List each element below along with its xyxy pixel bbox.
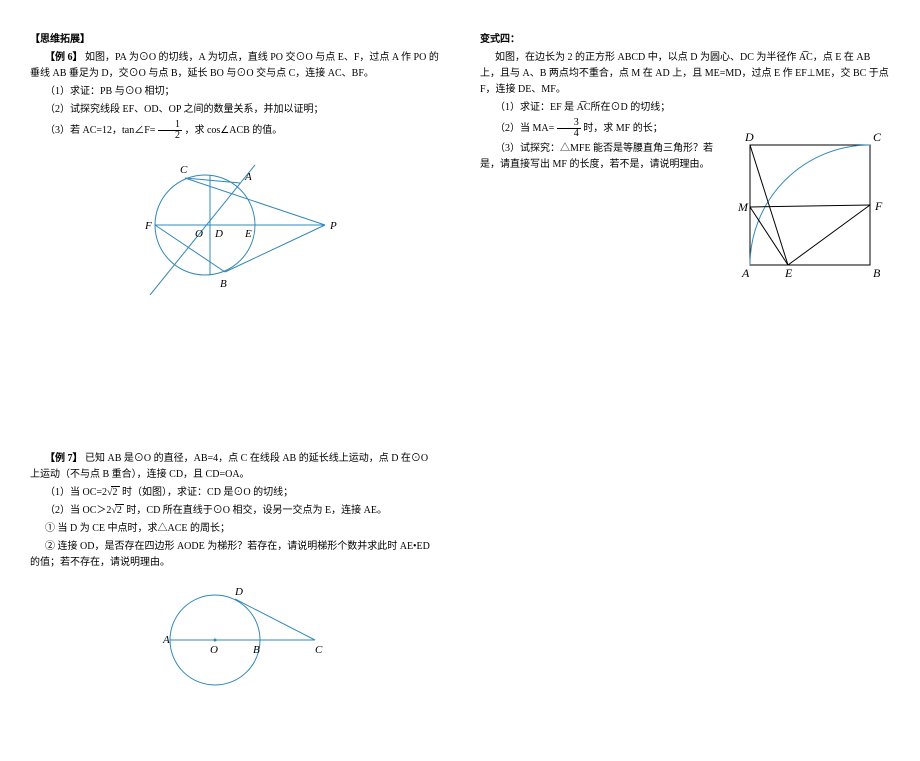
ex7-q2: （2）当 OC＞2√2 时，CD 所在直线于⊙O 相交，设另一交点为 E，连接 … — [30, 503, 440, 519]
ex6-q3: （3）若 AC=12，tan∠F= 1 2 ，求 cos∠ACB 的值。 — [30, 120, 440, 141]
svg-text:C: C — [180, 164, 188, 176]
fraction-one-half: 1 2 — [158, 120, 182, 141]
svg-text:E: E — [244, 228, 252, 240]
fraction-three-quarters: 3 4 — [557, 118, 581, 139]
example-7: 【例 7】 已知 AB 是⊙O 的直径，AB=4，点 C 在线段 AB 的延长线… — [30, 451, 440, 701]
ex6-intro: 如图，PA 为⊙O 的切线，A 为切点，直线 PO 交⊙O 与点 E、F，过点 … — [30, 52, 439, 79]
v4-intro: 如图，在边长为 2 的正方形 ABCD 中，以点 D 为圆心、DC 为半径作 A… — [480, 50, 890, 98]
ex7-figure: A O B C D — [30, 575, 440, 701]
svg-text:C: C — [315, 644, 323, 656]
v4-title: 变式四： — [480, 32, 890, 48]
svg-text:D: D — [214, 228, 223, 240]
ex6-q1: （1）求证：PB 与⊙O 相切； — [30, 84, 440, 100]
v4-q1: （1）求证：EF 是 A͡C所在⊙D 的切线； — [480, 100, 720, 116]
ex7-q3: ① 当 D 为 CE 中点时，求△ACE 的周长； — [30, 521, 440, 537]
svg-text:F: F — [144, 220, 152, 232]
svg-text:O: O — [210, 644, 218, 656]
example-6: 【思维拓展】 【例 6】 如图，PA 为⊙O 的切线，A 为切点，直线 PO 交… — [30, 32, 440, 301]
svg-text:B: B — [873, 266, 881, 280]
svg-text:M: M — [737, 200, 749, 214]
svg-text:P: P — [329, 220, 337, 232]
svg-text:O: O — [195, 228, 203, 240]
svg-text:B: B — [220, 278, 227, 290]
ex6-title: 【例 6】 — [45, 52, 83, 63]
svg-text:A: A — [162, 634, 170, 646]
svg-text:F: F — [874, 199, 883, 213]
ex6-q2: （2）试探究线段 EF、OD、OP 之间的数量关系，并加以证明； — [30, 102, 440, 118]
ex7-title: 【例 7】 — [45, 453, 83, 464]
ex7-q1: （1）当 OC=2√2 时（如图），求证：CD 是⊙O 的切线； — [30, 485, 440, 501]
svg-text:A: A — [244, 171, 252, 183]
svg-text:D: D — [744, 130, 754, 144]
right-column: 变式四： 如图，在边长为 2 的正方形 ABCD 中，以点 D 为圆心、DC 为… — [480, 30, 890, 731]
svg-text:C: C — [873, 130, 882, 144]
section-title: 【思维拓展】 — [30, 34, 90, 45]
svg-text:E: E — [784, 266, 793, 280]
ex7-q4: ② 连接 OD，是否存在四边形 AODE 为梯形？若存在，请说明梯形个数并求此时… — [30, 539, 440, 571]
svg-text:B: B — [253, 644, 260, 656]
v4-q3: （3）试探究：△MFE 能否是等腰直角三角形？若是，请直接写出 MF 的长度，若… — [480, 141, 720, 173]
v4-figure: D C M F A E B — [730, 125, 890, 291]
ex6-figure: C A F O D E P B — [30, 145, 440, 301]
left-column: 【思维拓展】 【例 6】 如图，PA 为⊙O 的切线，A 为切点，直线 PO 交… — [30, 30, 440, 731]
v4-q2: （2）当 MA= 3 4 时，求 MF 的长； — [480, 118, 720, 139]
svg-text:A: A — [741, 266, 750, 280]
svg-text:D: D — [234, 586, 243, 598]
ex7-intro: 已知 AB 是⊙O 的直径，AB=4，点 C 在线段 AB 的延长线上运动，点 … — [30, 453, 428, 480]
